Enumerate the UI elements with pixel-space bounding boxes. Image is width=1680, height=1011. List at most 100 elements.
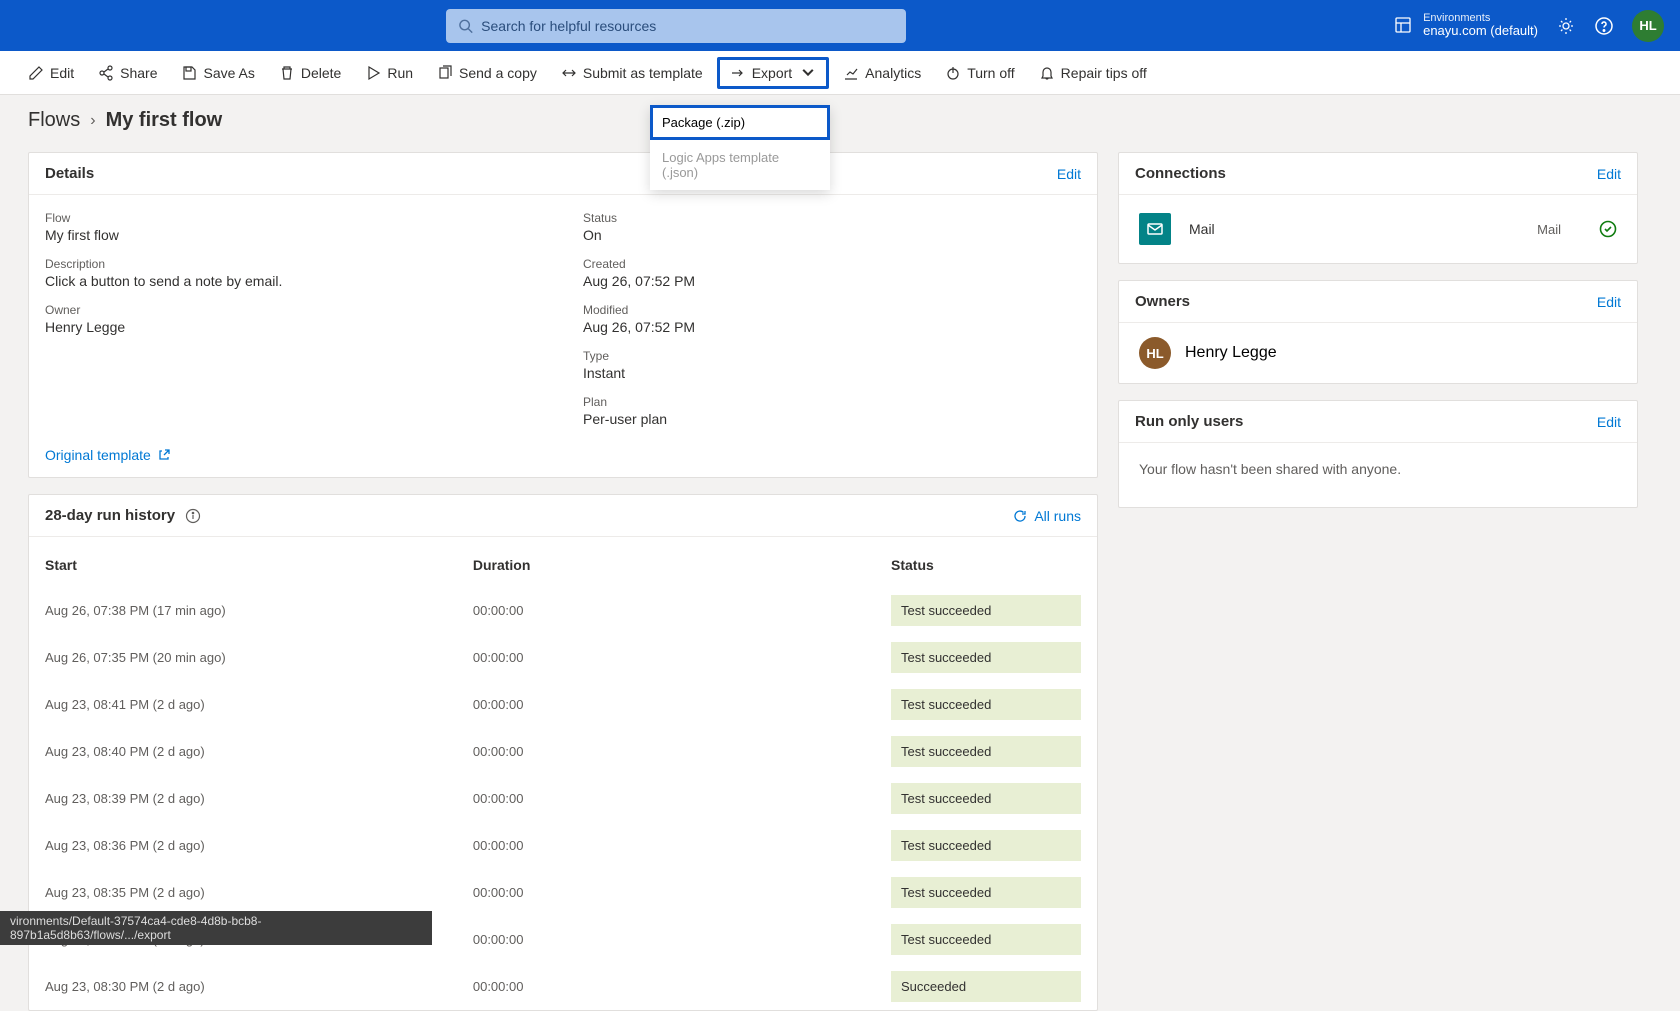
turn-off-button[interactable]: Turn off <box>935 59 1024 87</box>
mail-icon <box>1139 213 1171 245</box>
bell-icon <box>1039 65 1055 81</box>
run-duration: 00:00:00 <box>457 963 875 1010</box>
environment-name: enayu.com (default) <box>1423 24 1538 38</box>
column-status[interactable]: Status <box>875 537 1097 587</box>
run-start: Aug 26, 07:38 PM (17 min ago) <box>29 587 457 634</box>
search-input[interactable] <box>481 18 894 34</box>
chevron-right-icon: › <box>90 112 95 130</box>
table-row[interactable]: Aug 23, 08:30 PM (2 d ago)00:00:00Succee… <box>29 963 1097 1010</box>
info-icon[interactable] <box>185 508 201 524</box>
table-row[interactable]: Aug 26, 07:35 PM (20 min ago)00:00:00Tes… <box>29 634 1097 681</box>
owners-edit-link[interactable]: Edit <box>1597 294 1621 310</box>
run-only-edit-link[interactable]: Edit <box>1597 414 1621 430</box>
export-menu: Package (.zip) Logic Apps template (.jso… <box>650 105 830 190</box>
connection-name: Mail <box>1189 221 1215 237</box>
send-copy-button[interactable]: Send a copy <box>427 59 547 87</box>
run-duration: 00:00:00 <box>457 634 875 681</box>
copy-icon <box>437 65 453 81</box>
run-duration: 00:00:00 <box>457 728 875 775</box>
run-start: Aug 23, 08:36 PM (2 d ago) <box>29 822 457 869</box>
run-status: Test succeeded <box>891 877 1081 908</box>
owners-title: Owners <box>1135 293 1190 310</box>
run-only-users-card: Run only users Edit Your flow hasn't bee… <box>1118 400 1638 508</box>
connections-card: Connections Edit MailMail <box>1118 152 1638 264</box>
power-icon <box>945 65 961 81</box>
command-bar: Edit Share Save As Delete Run Send a cop… <box>0 51 1680 95</box>
details-title: Details <box>45 165 94 182</box>
environment-icon <box>1393 15 1413 35</box>
search-icon <box>458 18 473 34</box>
owners-card: Owners Edit HLHenry Legge <box>1118 280 1638 384</box>
edit-button[interactable]: Edit <box>18 59 84 87</box>
save-as-button[interactable]: Save As <box>171 59 264 87</box>
table-row[interactable]: Aug 23, 08:35 PM (2 d ago)00:00:00Test s… <box>29 869 1097 916</box>
chevron-down-icon <box>800 65 816 81</box>
run-start: Aug 23, 08:35 PM (2 d ago) <box>29 869 457 916</box>
connections-title: Connections <box>1135 165 1226 182</box>
run-only-text: Your flow hasn't been shared with anyone… <box>1119 443 1637 507</box>
delete-button[interactable]: Delete <box>269 59 351 87</box>
modified-label: Modified <box>583 303 1081 317</box>
search-box[interactable] <box>446 9 906 43</box>
run-status: Test succeeded <box>891 736 1081 767</box>
run-status: Test succeeded <box>891 689 1081 720</box>
status-value: On <box>583 227 1081 243</box>
details-card: Details Edit FlowMy first flow Descripti… <box>28 152 1098 478</box>
top-bar: Environments enayu.com (default) HL <box>0 0 1680 51</box>
submit-template-button[interactable]: Submit as template <box>551 59 713 87</box>
table-row[interactable]: Aug 23, 08:40 PM (2 d ago)00:00:00 Test s… <box>29 728 1097 775</box>
table-row[interactable]: Aug 23, 08:41 PM (2 d ago)00:00:00Test s… <box>29 681 1097 728</box>
table-row[interactable]: Aug 23, 08:39 PM (2 d ago)00:00:00Test s… <box>29 775 1097 822</box>
plan-label: Plan <box>583 395 1081 409</box>
share-button[interactable]: Share <box>88 59 167 87</box>
trash-icon <box>279 65 295 81</box>
settings-icon[interactable] <box>1556 16 1576 36</box>
original-template-link[interactable]: Original template <box>29 437 187 477</box>
run-duration: 00:00:00 <box>457 775 875 822</box>
table-row[interactable]: Aug 26, 07:38 PM (17 min ago)00:00:00Tes… <box>29 587 1097 634</box>
details-edit-link[interactable]: Edit <box>1057 166 1081 182</box>
export-logic-apps-json[interactable]: Logic Apps template (.json) <box>650 140 830 190</box>
repair-tips-button[interactable]: Repair tips off <box>1029 59 1157 87</box>
run-status: Test succeeded <box>891 924 1081 955</box>
column-start[interactable]: Start <box>29 537 457 587</box>
run-start: Aug 23, 08:30 PM (2 d ago) <box>29 963 457 1010</box>
help-icon[interactable] <box>1594 16 1614 36</box>
export-icon <box>730 65 746 81</box>
run-start: Aug 23, 08:40 PM (2 d ago) <box>29 728 457 775</box>
run-duration: 00:00:00 <box>457 916 875 963</box>
user-avatar[interactable]: HL <box>1632 10 1664 42</box>
run-button[interactable]: Run <box>355 59 423 87</box>
page-title: My first flow <box>106 109 223 132</box>
table-row[interactable]: Aug 23, 08:36 PM (2 d ago)00:00:00Test s… <box>29 822 1097 869</box>
export-button[interactable]: Export <box>717 57 829 89</box>
environment-picker[interactable]: Environments enayu.com (default) <box>1393 12 1538 38</box>
arrows-icon <box>561 65 577 81</box>
run-duration: 00:00:00 <box>457 822 875 869</box>
history-title: 28-day run history <box>45 507 175 524</box>
external-icon <box>157 448 171 462</box>
pencil-icon <box>28 65 44 81</box>
analytics-icon <box>843 65 859 81</box>
created-value: Aug 26, 07:52 PM <box>583 273 1081 289</box>
owner-value: Henry Legge <box>45 319 543 335</box>
all-runs-link[interactable]: All runs <box>1012 508 1081 524</box>
type-value: Instant <box>583 365 1081 381</box>
status-label: Status <box>583 211 1081 225</box>
flow-value: My first flow <box>45 227 543 243</box>
share-icon <box>98 65 114 81</box>
owner-row[interactable]: HLHenry Legge <box>1119 323 1637 383</box>
description-label: Description <box>45 257 543 271</box>
analytics-button[interactable]: Analytics <box>833 59 931 87</box>
connection-row[interactable]: MailMail <box>1119 195 1637 263</box>
export-package-zip[interactable]: Package (.zip) <box>650 105 830 140</box>
run-start: Aug 23, 08:41 PM (2 d ago) <box>29 681 457 728</box>
connections-edit-link[interactable]: Edit <box>1597 166 1621 182</box>
refresh-icon <box>1012 508 1028 524</box>
column-duration[interactable]: Duration <box>457 537 875 587</box>
status-bar-url: vironments/Default-37574ca4-cde8-4d8b-bc… <box>0 911 432 945</box>
breadcrumb-flows[interactable]: Flows <box>28 109 80 132</box>
owner-name: Henry Legge <box>1185 344 1277 362</box>
description-value: Click a button to send a note by email. <box>45 273 543 289</box>
run-start: Aug 23, 08:39 PM (2 d ago) <box>29 775 457 822</box>
